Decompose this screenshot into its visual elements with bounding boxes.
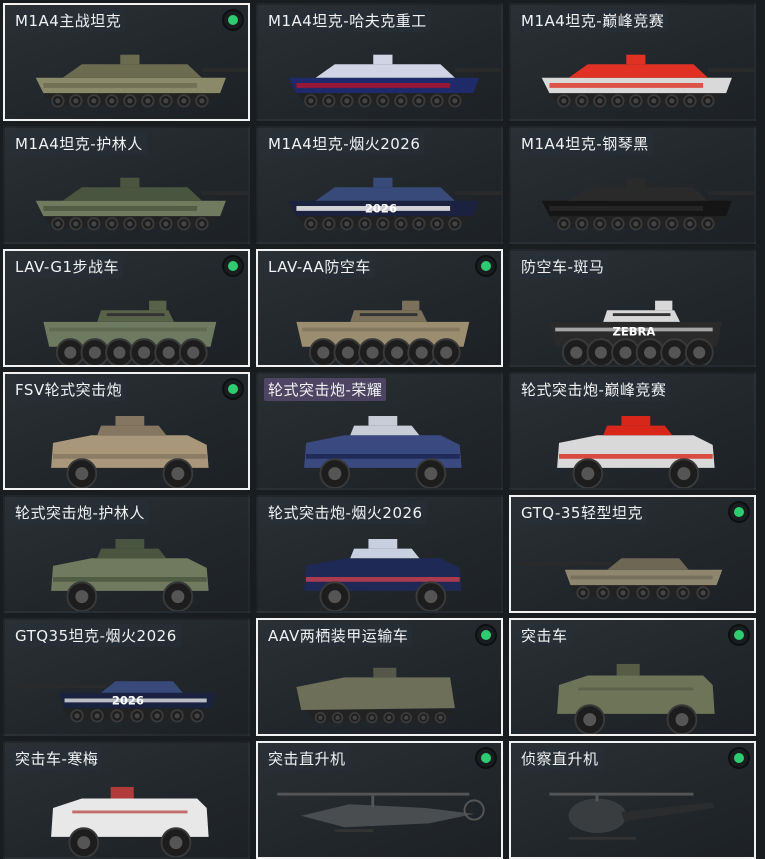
owned-dot-icon bbox=[730, 626, 748, 644]
vehicle-card[interactable]: 2026 M1A4坦克-烟火2026 bbox=[256, 126, 503, 244]
owned-dot-icon bbox=[730, 749, 748, 767]
owned-dot-icon bbox=[224, 257, 242, 275]
vehicle-card-label: 突击车-寒梅 bbox=[11, 747, 103, 770]
vehicle-image: 2026 bbox=[288, 177, 501, 231]
vehicle-image bbox=[549, 792, 715, 840]
vehicle-image bbox=[296, 300, 470, 365]
vehicle-card[interactable]: 突击车-寒梅 bbox=[3, 741, 250, 859]
owned-dot-icon bbox=[477, 749, 495, 767]
vehicle-card[interactable]: ZEBRA 防空车-斑马 bbox=[509, 249, 756, 367]
skin-decal-text: 2026 bbox=[365, 201, 397, 215]
vehicle-card-label: LAV-AA防空车 bbox=[264, 255, 375, 278]
vehicle-card-label: GTQ35坦克-烟火2026 bbox=[11, 624, 181, 647]
vehicle-image bbox=[557, 663, 715, 734]
vehicle-image bbox=[541, 177, 754, 231]
vehicle-image bbox=[296, 667, 455, 724]
vehicle-card[interactable]: 轮式突击炮-荣耀 bbox=[256, 372, 503, 490]
vehicle-card[interactable]: LAV-G1步战车 bbox=[3, 249, 250, 367]
vehicle-card-label: LAV-G1步战车 bbox=[11, 255, 124, 278]
vehicle-image bbox=[35, 177, 248, 231]
vehicle-card[interactable]: M1A4坦克-钢琴黑 bbox=[509, 126, 756, 244]
owned-dot-icon bbox=[224, 11, 242, 29]
vehicle-card-label: AAV两栖装甲运输车 bbox=[264, 624, 413, 647]
vehicle-card-label: FSV轮式突击炮 bbox=[11, 378, 127, 401]
vehicle-card[interactable]: 2026 GTQ35坦克-烟火2026 bbox=[3, 618, 250, 736]
vehicle-image bbox=[51, 539, 209, 611]
vehicle-image bbox=[51, 786, 209, 857]
vehicle-card-label: 防空车-斑马 bbox=[517, 255, 609, 278]
vehicle-card-label: 侦察直升机 bbox=[517, 747, 603, 770]
vehicle-card-label: M1A4坦克-钢琴黑 bbox=[517, 132, 653, 155]
vehicle-card[interactable]: 侦察直升机 bbox=[509, 741, 756, 859]
vehicle-card-label: M1A4主战坦克 bbox=[11, 9, 126, 32]
vehicle-card-label: GTQ-35轻型坦克 bbox=[517, 501, 647, 524]
vehicle-card[interactable]: 突击车 bbox=[509, 618, 756, 736]
vehicle-card[interactable]: 轮式突击炮-护林人 bbox=[3, 495, 250, 613]
vehicle-card[interactable]: LAV-AA防空车 bbox=[256, 249, 503, 367]
vehicle-card[interactable]: M1A4坦克-巅峰竞赛 bbox=[509, 3, 756, 121]
vehicle-card-label: 轮式突击炮-烟火2026 bbox=[264, 501, 427, 524]
vehicle-image bbox=[51, 416, 209, 488]
vehicle-image bbox=[43, 300, 217, 365]
vehicle-card-label: M1A4坦克-护林人 bbox=[11, 132, 147, 155]
vehicle-card-label: 突击直升机 bbox=[264, 747, 350, 770]
vehicle-card[interactable]: 突击直升机 bbox=[256, 741, 503, 859]
vehicle-card-label: M1A4坦克-哈夫克重工 bbox=[264, 9, 431, 32]
skin-decal-text: 2026 bbox=[112, 693, 144, 707]
vehicle-card[interactable]: M1A4坦克-哈夫克重工 bbox=[256, 3, 503, 121]
vehicle-image bbox=[304, 539, 462, 611]
vehicle-card-label: 轮式突击炮-巅峰竞赛 bbox=[517, 378, 671, 401]
vehicle-image bbox=[288, 54, 501, 108]
vehicle-card-label: 突击车 bbox=[517, 624, 572, 647]
vehicle-card-label: 轮式突击炮-护林人 bbox=[11, 501, 149, 524]
vehicle-card[interactable]: 轮式突击炮-巅峰竞赛 bbox=[509, 372, 756, 490]
vehicle-card[interactable]: M1A4坦克-护林人 bbox=[3, 126, 250, 244]
vehicle-image bbox=[541, 54, 754, 108]
vehicle-card-label: M1A4坦克-巅峰竞赛 bbox=[517, 9, 669, 32]
vehicle-image: 2026 bbox=[14, 681, 217, 723]
skin-decal-text: ZEBRA bbox=[613, 324, 656, 338]
vehicle-image bbox=[304, 416, 462, 488]
vehicle-card[interactable]: 轮式突击炮-烟火2026 bbox=[256, 495, 503, 613]
vehicle-skin-grid: M1A4主战坦克 M1A4坦克-哈夫克重工 M1A4坦克-巅峰竞赛 M1A4坦克-护林… bbox=[0, 0, 765, 859]
vehicle-card[interactable]: FSV轮式突击炮 bbox=[3, 372, 250, 490]
owned-dot-icon bbox=[477, 626, 495, 644]
vehicle-card-label: 轮式突击炮-荣耀 bbox=[264, 378, 387, 401]
vehicle-card[interactable]: GTQ-35轻型坦克 bbox=[509, 495, 756, 613]
vehicle-image bbox=[520, 558, 723, 600]
vehicle-image bbox=[557, 416, 715, 488]
vehicle-card[interactable]: AAV两栖装甲运输车 bbox=[256, 618, 503, 736]
owned-dot-icon bbox=[477, 257, 495, 275]
owned-dot-icon bbox=[730, 503, 748, 521]
vehicle-image bbox=[277, 792, 485, 833]
vehicle-card[interactable]: M1A4主战坦克 bbox=[3, 3, 250, 121]
owned-dot-icon bbox=[224, 380, 242, 398]
vehicle-image: ZEBRA bbox=[549, 300, 723, 365]
vehicle-card-label: M1A4坦克-烟火2026 bbox=[264, 132, 425, 155]
vehicle-image bbox=[35, 54, 248, 108]
